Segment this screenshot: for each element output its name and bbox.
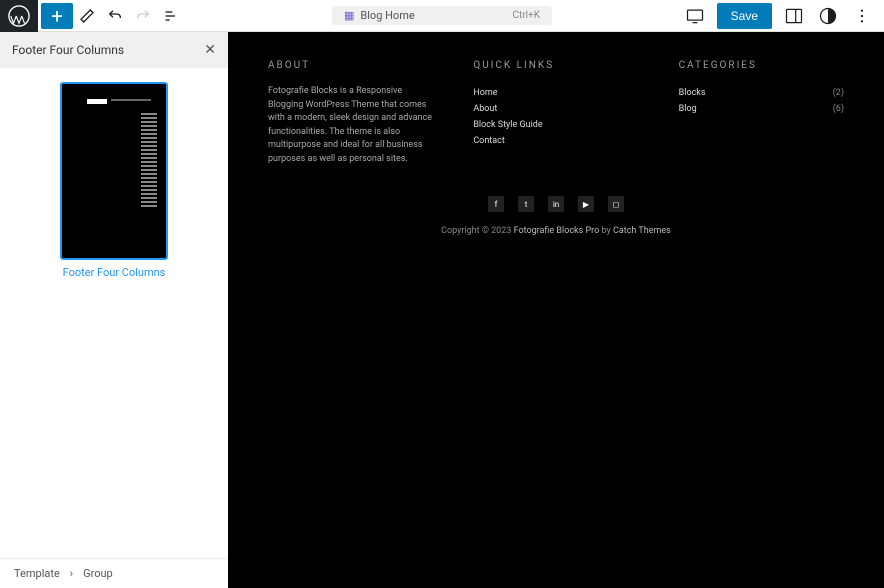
about-heading: ABOUT bbox=[268, 60, 433, 71]
sidebar-header: Footer Four Columns ✕ bbox=[0, 32, 228, 68]
list-item[interactable]: Block Style Guide bbox=[473, 117, 638, 133]
twitter-icon[interactable]: t bbox=[518, 196, 534, 212]
wordpress-logo[interactable] bbox=[0, 0, 38, 32]
sidebar-title: Footer Four Columns bbox=[12, 43, 124, 57]
shortcut-hint: Ctrl+K bbox=[512, 10, 540, 21]
author-link[interactable]: Catch Themes bbox=[613, 226, 671, 236]
list-item[interactable]: Home bbox=[473, 85, 638, 101]
facebook-icon[interactable]: f bbox=[488, 196, 504, 212]
template-name: Blog Home bbox=[360, 9, 414, 22]
template-selector[interactable]: ▦ Blog Home Ctrl+K bbox=[332, 6, 552, 25]
chevron-right-icon: › bbox=[70, 567, 73, 580]
youtube-icon[interactable]: ▶ bbox=[578, 196, 594, 212]
pattern-sidebar: Footer Four Columns ✕ Footer Four Column… bbox=[0, 32, 228, 588]
list-item[interactable]: About bbox=[473, 101, 638, 117]
document-overview-icon[interactable] bbox=[157, 2, 185, 30]
list-item[interactable]: Blocks(2) bbox=[679, 85, 844, 101]
footer-columns: ABOUT Fotografie Blocks is a Responsive … bbox=[268, 60, 844, 166]
categories-column: CATEGORIES Blocks(2) Blog(6) bbox=[679, 60, 844, 166]
quicklinks-column: QUICK LINKS Home About Block Style Guide… bbox=[473, 60, 638, 166]
social-icons: f t in ▶ ◻ bbox=[268, 196, 844, 212]
list-item[interactable]: Blog(6) bbox=[679, 101, 844, 117]
list-item[interactable]: Contact bbox=[473, 133, 638, 149]
pattern-label: Footer Four Columns bbox=[60, 266, 168, 279]
pattern-card[interactable]: Footer Four Columns bbox=[60, 82, 168, 279]
breadcrumb-child[interactable]: Group bbox=[83, 567, 113, 580]
top-toolbar: + ▦ Blog Home Ctrl+K Save bbox=[0, 0, 884, 32]
about-column: ABOUT Fotografie Blocks is a Responsive … bbox=[268, 60, 433, 166]
styles-icon[interactable] bbox=[816, 4, 840, 28]
edit-icon[interactable] bbox=[73, 2, 101, 30]
settings-panel-icon[interactable] bbox=[782, 4, 806, 28]
redo-icon[interactable] bbox=[129, 2, 157, 30]
categories-heading: CATEGORIES bbox=[679, 60, 844, 71]
about-text: Fotografie Blocks is a Responsive Bloggi… bbox=[268, 85, 433, 166]
editor-canvas[interactable]: ABOUT Fotografie Blocks is a Responsive … bbox=[228, 32, 884, 588]
undo-icon[interactable] bbox=[101, 2, 129, 30]
view-icon[interactable] bbox=[683, 4, 707, 28]
more-options-icon[interactable] bbox=[850, 4, 874, 28]
pattern-thumbnail bbox=[60, 82, 168, 260]
instagram-icon[interactable]: ◻ bbox=[608, 196, 624, 212]
save-button[interactable]: Save bbox=[717, 3, 772, 29]
copyright: Copyright © 2023 Fotografie Blocks Pro b… bbox=[268, 226, 844, 236]
add-block-button[interactable]: + bbox=[41, 3, 73, 29]
theme-link[interactable]: Fotografie Blocks Pro bbox=[514, 226, 600, 236]
linkedin-icon[interactable]: in bbox=[548, 196, 564, 212]
template-icon: ▦ bbox=[344, 9, 354, 22]
breadcrumb: Template › Group bbox=[0, 558, 228, 588]
breadcrumb-root[interactable]: Template bbox=[14, 567, 60, 580]
quicklinks-heading: QUICK LINKS bbox=[473, 60, 638, 71]
close-icon[interactable]: ✕ bbox=[204, 42, 216, 58]
